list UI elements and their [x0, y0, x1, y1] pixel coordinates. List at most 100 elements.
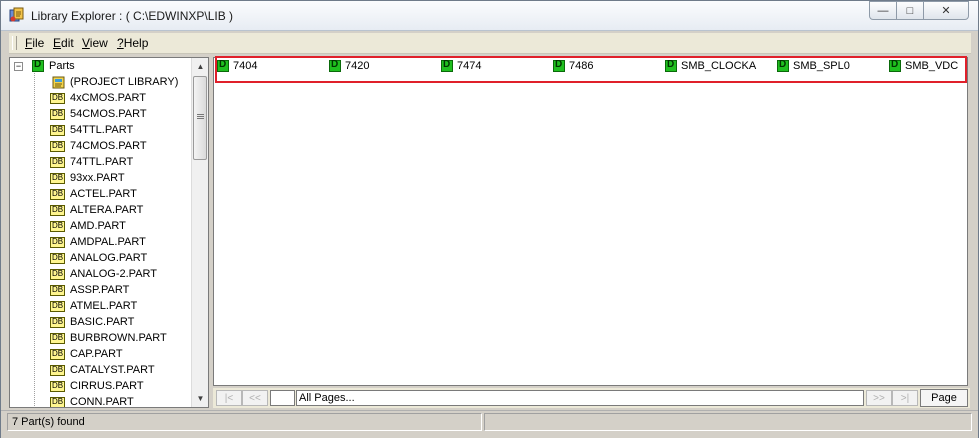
tree-item[interactable]: CONN.PART [50, 394, 134, 408]
part-icon [441, 59, 453, 72]
first-page-button[interactable]: |< [216, 390, 242, 406]
menu-help-mnemonic: ? [117, 36, 124, 50]
scrollbar-thumb[interactable] [193, 76, 207, 160]
status-panel-2 [484, 413, 972, 431]
part-item[interactable]: 7474 [441, 59, 481, 73]
part-item[interactable]: 7486 [553, 59, 593, 73]
menu-help-label: Help [123, 36, 149, 50]
library-explorer-window: Library Explorer : ( C:\EDWINXP\LIB ) — … [0, 0, 979, 438]
menu-view-label: iew [89, 36, 108, 50]
maximize-icon: □ [906, 4, 914, 17]
tree-item[interactable]: 4xCMOS.PART [50, 90, 146, 106]
part-library-icon [50, 316, 65, 328]
tree-item-label: ASSP.PART [70, 284, 130, 296]
tree-item-label: ACTEL.PART [70, 188, 137, 200]
status-text: 7 Part(s) found [7, 413, 482, 431]
part-library-icon [50, 396, 65, 407]
page-select-field[interactable]: All Pages... [296, 390, 864, 406]
scroll-up-icon[interactable]: ▲ [192, 58, 208, 75]
tree-item[interactable]: ANALOG-2.PART [50, 266, 157, 282]
menu-edit-label: dit [61, 36, 74, 50]
tree-connector-line [34, 70, 35, 406]
part-library-icon [50, 124, 65, 136]
collapse-icon[interactable]: − [14, 62, 23, 71]
next-page-button[interactable]: >> [866, 390, 892, 406]
part-library-icon [50, 364, 65, 376]
part-library-icon [50, 284, 65, 296]
tree-item[interactable]: CATALYST.PART [50, 362, 155, 378]
tree-item[interactable]: 74TTL.PART [50, 154, 133, 170]
part-label: SMB_VDC [905, 60, 959, 72]
tree-item-label: AMD.PART [70, 220, 126, 232]
part-icon [777, 59, 789, 72]
tree-item[interactable]: AMD.PART [50, 218, 126, 234]
menu-edit[interactable]: Edit [53, 36, 74, 50]
parts-list-panel[interactable] [213, 57, 968, 386]
part-library-icon [50, 380, 65, 392]
menu-view[interactable]: View [82, 36, 108, 50]
tree-item[interactable]: CIRRUS.PART [50, 378, 144, 394]
tree-item-label: CAP.PART [70, 348, 123, 360]
part-library-icon [50, 172, 65, 184]
tree-item[interactable]: ASSP.PART [50, 282, 129, 298]
tree-item-project-library[interactable]: (PROJECT LIBRARY) [52, 74, 178, 90]
menu-help[interactable]: ?Help [117, 36, 148, 50]
page-number-input[interactable] [270, 390, 295, 406]
tree-item-label: 4xCMOS.PART [70, 92, 146, 104]
title-bar[interactable]: Library Explorer : ( C:\EDWINXP\LIB ) — … [1, 1, 978, 31]
part-icon [665, 59, 677, 72]
tree-item-label: BASIC.PART [70, 316, 135, 328]
part-label: 7486 [569, 60, 594, 72]
tree-item[interactable]: ACTEL.PART [50, 186, 137, 202]
tree-item[interactable]: 74CMOS.PART [50, 138, 147, 154]
part-library-icon [50, 252, 65, 264]
minimize-button[interactable]: — [869, 1, 897, 20]
project-library-label: (PROJECT LIBRARY) [70, 76, 179, 88]
tree-item-label: 54CMOS.PART [70, 108, 147, 120]
tree-item[interactable]: ANALOG.PART [50, 250, 147, 266]
tree-item[interactable]: AMDPAL.PART [50, 234, 146, 250]
close-icon: ✕ [941, 5, 951, 17]
part-icon [217, 59, 229, 72]
tree-item[interactable]: ALTERA.PART [50, 202, 143, 218]
part-item[interactable]: SMB_CLOCKA [665, 59, 756, 73]
tree-item[interactable]: BURBROWN.PART [50, 330, 167, 346]
tree-item[interactable]: CAP.PART [50, 346, 123, 362]
part-item[interactable]: SMB_SPL0 [777, 59, 850, 73]
tree-item[interactable]: 54CMOS.PART [50, 106, 147, 122]
tree-item[interactable]: BASIC.PART [50, 314, 134, 330]
maximize-button[interactable]: □ [896, 1, 924, 20]
library-tree[interactable]: − Parts (PROJECT LIBRARY) 4xCMOS.PART 54C… [9, 57, 209, 408]
menu-file-label: ile [32, 36, 45, 50]
part-library-icon [50, 348, 65, 360]
close-button[interactable]: ✕ [923, 1, 969, 20]
part-item[interactable]: 7420 [329, 59, 369, 73]
part-library-icon [50, 156, 65, 168]
part-item[interactable]: SMB_VDC [889, 59, 958, 73]
page-navigator: |< << All Pages... >> >| Page [213, 388, 970, 408]
part-item[interactable]: 7404 [217, 59, 257, 73]
previous-page-button[interactable]: << [242, 390, 268, 406]
menu-grip[interactable] [12, 36, 17, 50]
tree-item[interactable]: 93xx.PART [50, 170, 125, 186]
menu-view-mnemonic: V [82, 36, 90, 50]
tree-item[interactable]: 54TTL.PART [50, 122, 133, 138]
project-library-icon [52, 76, 65, 89]
tree-item-label: CATALYST.PART [70, 364, 155, 376]
tree-vertical-scrollbar[interactable]: ▲ ▼ [191, 58, 208, 407]
part-label: 7420 [345, 60, 370, 72]
part-library-icon [50, 220, 65, 232]
tree-root-parts[interactable]: Parts [32, 58, 75, 74]
tree-item-label: CONN.PART [70, 396, 134, 408]
part-library-icon [50, 92, 65, 104]
page-button[interactable]: Page [920, 389, 968, 407]
part-label: 7404 [233, 60, 258, 72]
part-icon [553, 59, 565, 72]
menu-file[interactable]: File [25, 36, 44, 50]
library-explorer-app-icon [9, 7, 24, 22]
tree-item-label: BURBROWN.PART [70, 332, 167, 344]
tree-item-label: ATMEL.PART [70, 300, 138, 312]
last-page-button[interactable]: >| [892, 390, 918, 406]
scroll-down-icon[interactable]: ▼ [192, 390, 208, 407]
tree-item[interactable]: ATMEL.PART [50, 298, 137, 314]
